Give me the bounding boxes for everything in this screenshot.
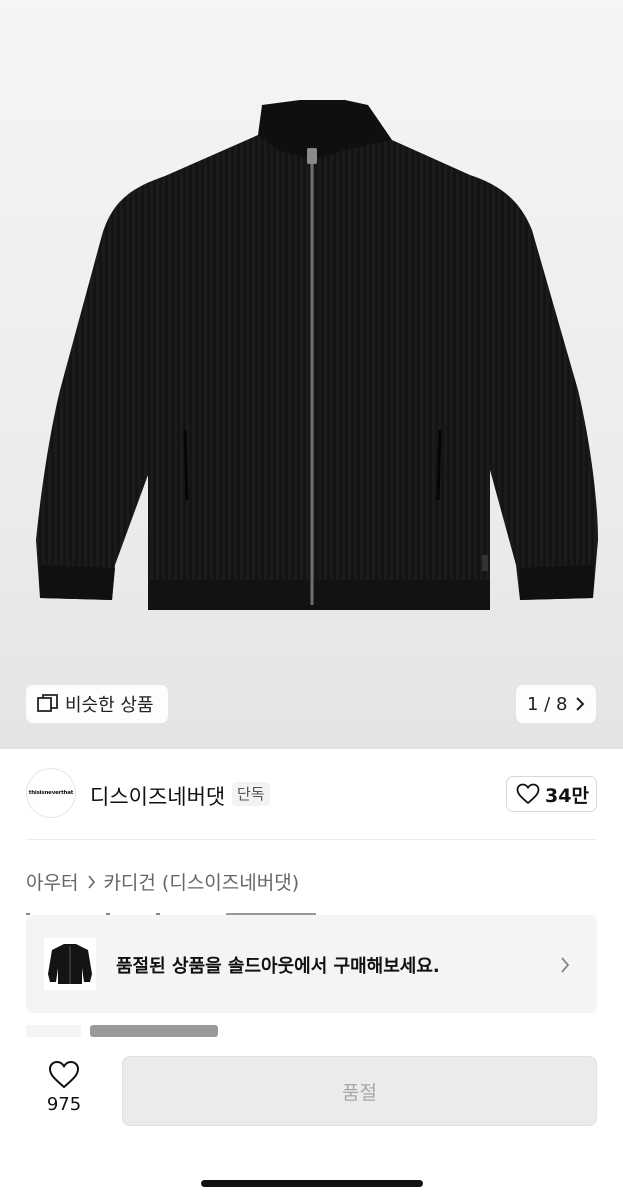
brand-logo[interactable]: thisisneverthat — [26, 768, 76, 818]
chevron-right-icon — [88, 874, 96, 889]
product-image — [36, 100, 598, 610]
breadcrumb: 아우터 카디건 (디스이즈네버댓) — [26, 868, 299, 895]
wishlist-count: 975 — [46, 1094, 82, 1115]
breadcrumb-subcategory[interactable]: 카디건 (디스이즈네버댓) — [103, 868, 299, 895]
brand-like-button[interactable]: 34만 — [506, 776, 597, 812]
brand-like-count: 34만 — [545, 784, 589, 807]
similar-products-icon — [37, 694, 58, 712]
clipped-tab-row — [26, 1025, 218, 1037]
chevron-right-icon — [576, 697, 585, 711]
product-image-gallery[interactable]: 비슷한 상품 1 / 8 — [0, 0, 623, 749]
divider — [26, 839, 597, 840]
home-indicator — [201, 1180, 423, 1187]
breadcrumb-category[interactable]: 아우터 — [26, 868, 78, 895]
similar-products-label: 비슷한 상품 — [65, 695, 154, 716]
image-counter-button[interactable]: 1 / 8 — [516, 685, 596, 723]
soldout-message: 품절된 상품을 솔드아웃에서 구매해보세요. — [116, 956, 440, 977]
wishlist-button[interactable]: 975 — [34, 1060, 94, 1115]
heart-icon — [516, 783, 540, 805]
sold-out-button[interactable]: 품절 — [122, 1056, 597, 1126]
exclusive-badge: 단독 — [232, 782, 270, 806]
chevron-right-icon — [561, 957, 570, 973]
sold-out-label: 품절 — [342, 1081, 377, 1104]
product-thumbnail — [44, 938, 96, 990]
soldout-resale-banner[interactable]: 품절된 상품을 솔드아웃에서 구매해보세요. — [26, 915, 597, 1013]
image-counter: 1 / 8 — [527, 693, 568, 715]
heart-icon — [48, 1060, 80, 1089]
brand-name[interactable]: 디스이즈네버댓 — [90, 781, 225, 811]
similar-products-button[interactable]: 비슷한 상품 — [26, 685, 168, 723]
